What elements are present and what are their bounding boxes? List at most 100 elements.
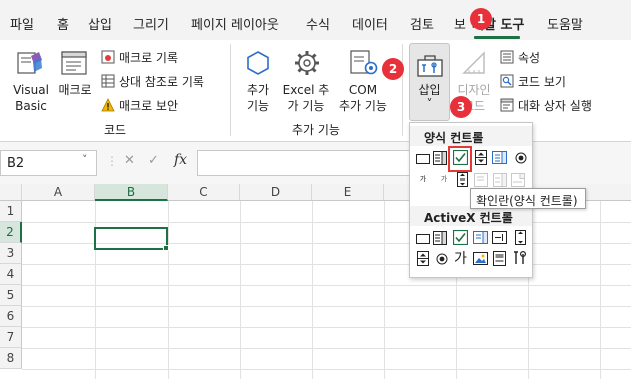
activex-scroll-bar-icon[interactable] xyxy=(513,230,528,245)
run-dialog-icon xyxy=(500,98,514,112)
run-dialog-button[interactable]: 대화 상자 실행 xyxy=(500,96,592,114)
com-addins-label-line2: 추가 기능 xyxy=(339,99,387,113)
activex-text-box-icon[interactable] xyxy=(492,230,507,245)
combo-list-edit-control-icon xyxy=(492,172,507,187)
record-macro-label: 매크로 기록 xyxy=(119,50,179,65)
group-box-control-icon[interactable]: 가 xyxy=(434,172,454,187)
gridline xyxy=(22,369,631,370)
row-header-8[interactable]: 8 xyxy=(0,348,22,369)
excel-addins-label-line2: 가 기능 xyxy=(287,99,325,113)
text-field-control-icon xyxy=(473,172,488,187)
gridline xyxy=(22,327,631,328)
combo-box-control-icon[interactable] xyxy=(432,150,447,165)
row-header-2[interactable]: 2 xyxy=(0,222,22,243)
gridline xyxy=(22,306,631,307)
row-header-7[interactable]: 7 xyxy=(0,327,22,348)
formula-input[interactable] xyxy=(197,150,412,176)
row-header-1[interactable]: 1 xyxy=(0,201,22,222)
toolbox-icon xyxy=(417,55,443,77)
gear-icon xyxy=(295,51,319,75)
cancel-icon[interactable]: ✕ xyxy=(124,153,135,168)
insert-controls-button[interactable]: 삽입 ˅ xyxy=(409,43,450,121)
relative-reference-button[interactable]: 상대 참조로 기록 xyxy=(101,72,204,90)
excel-addins-label-line1: Excel 추 xyxy=(282,83,330,97)
tab-page-layout[interactable]: 페이지 레이아웃 xyxy=(191,14,279,33)
addins-hexagon-icon xyxy=(247,51,269,75)
warning-icon xyxy=(101,98,115,112)
column-header-e[interactable]: E xyxy=(312,184,384,201)
enter-icon[interactable]: ✓ xyxy=(148,153,159,168)
active-tab-indicator xyxy=(474,36,520,39)
macro-security-button[interactable]: 매크로 보안 xyxy=(101,96,178,114)
fill-handle[interactable] xyxy=(163,245,169,251)
activex-label-icon[interactable]: 가 xyxy=(453,250,468,267)
activex-image-icon[interactable] xyxy=(473,251,488,266)
option-button-control-icon[interactable] xyxy=(513,150,528,165)
spin-button-control-icon[interactable] xyxy=(473,150,488,165)
activex-option-button-icon[interactable] xyxy=(434,251,449,266)
column-header-d[interactable]: D xyxy=(240,184,312,201)
tab-review[interactable]: 검토 xyxy=(410,14,434,33)
insert-function-icon[interactable]: fx xyxy=(174,152,187,168)
form-controls-header: 양식 컨트롤 xyxy=(410,126,532,146)
macros-button[interactable]: 매크로 xyxy=(54,46,96,120)
activex-checkbox-icon[interactable] xyxy=(453,230,468,245)
callout-badge-1: 1 xyxy=(470,8,492,30)
activex-controls-header: ActiveX 컨트롤 xyxy=(410,206,532,226)
activex-spin-button-icon[interactable] xyxy=(415,251,430,266)
activex-list-box-icon[interactable] xyxy=(473,230,488,245)
addins-label-line1: 추가 xyxy=(246,83,270,97)
select-all-corner[interactable] xyxy=(0,184,22,201)
more-controls-icon[interactable] xyxy=(512,250,527,265)
activex-combo-box-icon[interactable] xyxy=(432,230,447,245)
relative-reference-icon xyxy=(101,74,115,88)
row-header-3[interactable]: 3 xyxy=(0,243,22,264)
gridline xyxy=(22,285,631,286)
label-control-icon[interactable]: 가 xyxy=(413,172,433,187)
excel-addins-button[interactable]: Excel 추 가 기능 xyxy=(282,46,330,120)
properties-icon xyxy=(500,50,514,64)
gridline xyxy=(312,201,313,379)
column-header-b[interactable]: B xyxy=(95,184,168,201)
ribbon: Visual Basic 매크로 매크로 기록 상대 참조로 기록 매크로 보안… xyxy=(0,40,631,142)
row-header-6[interactable]: 6 xyxy=(0,306,22,327)
tab-file[interactable]: 파일 xyxy=(10,14,34,33)
properties-button[interactable]: 속성 xyxy=(500,48,540,66)
macros-label: 매크로 xyxy=(58,83,92,97)
tab-view[interactable]: 보기 xyxy=(454,14,466,33)
macro-security-label: 매크로 보안 xyxy=(119,98,179,113)
command-button-control-icon[interactable] xyxy=(415,231,430,246)
activex-toggle-button-icon[interactable] xyxy=(492,251,507,266)
gridline xyxy=(168,201,169,379)
checkbox-tooltip: 확인란(양식 컨트롤) xyxy=(470,188,586,209)
menu-bar: 파일 홈 삽입 그리기 페이지 레이아웃 수식 데이터 검토 보기 개발 도구 … xyxy=(0,0,631,40)
tab-insert[interactable]: 삽입 xyxy=(88,14,112,33)
row-header-4[interactable]: 4 xyxy=(0,264,22,285)
visual-basic-button[interactable]: Visual Basic xyxy=(10,46,52,120)
row-header-5[interactable]: 5 xyxy=(0,285,22,306)
column-header-c[interactable]: C xyxy=(168,184,240,201)
button-control-icon[interactable] xyxy=(415,151,430,166)
tab-draw[interactable]: 그리기 xyxy=(133,14,169,33)
tab-home[interactable]: 홈 xyxy=(57,14,69,33)
tab-data[interactable]: 데이터 xyxy=(352,14,388,33)
combo-dropdown-edit-control-icon xyxy=(510,172,525,187)
tab-help[interactable]: 도움말 xyxy=(547,14,583,33)
worksheet-grid: A B C D E 1 2 3 4 5 6 7 8 xyxy=(0,184,631,379)
addins-label-line2: 기능 xyxy=(246,99,270,113)
design-mode-icon xyxy=(462,51,485,74)
group-separator xyxy=(402,44,403,136)
name-box-chevron-down-icon[interactable]: ˅ xyxy=(82,153,88,166)
view-code-button[interactable]: 코드 보기 xyxy=(500,72,566,90)
scroll-bar-control-icon[interactable] xyxy=(455,172,470,187)
addins-group-label: 추가 기능 xyxy=(292,123,340,137)
com-addins-icon xyxy=(350,50,378,75)
addins-button[interactable]: 추가 기능 xyxy=(236,46,280,120)
selected-cell-b2[interactable] xyxy=(94,227,168,250)
com-addins-button[interactable]: COM 추가 기능 xyxy=(334,46,392,120)
record-macro-button[interactable]: 매크로 기록 xyxy=(101,48,178,66)
tab-formulas[interactable]: 수식 xyxy=(306,14,330,33)
list-box-control-icon[interactable] xyxy=(492,150,507,165)
com-addins-label-line1: COM xyxy=(348,83,378,97)
column-header-a[interactable]: A xyxy=(22,184,95,201)
